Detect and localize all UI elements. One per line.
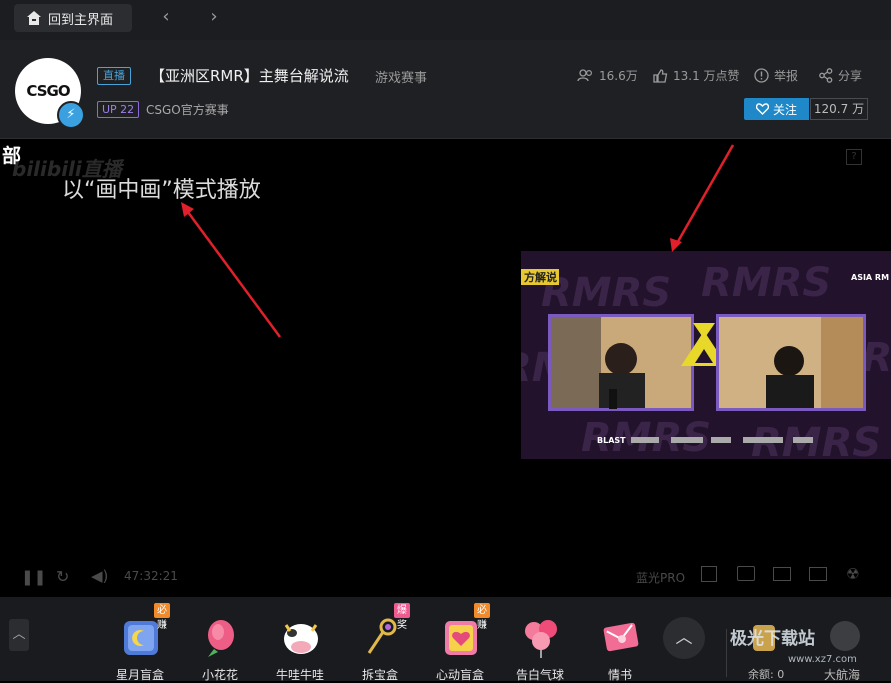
chevron-right-icon[interactable]: › xyxy=(204,7,224,27)
like-count-text: 13.1 万点赞 xyxy=(673,69,740,83)
captain-label[interactable]: 大航海 xyxy=(824,666,860,683)
gift-name: 拆宝盒 xyxy=(361,668,398,682)
gift-bar: ︿ 必赚 星月盲盒 小花花 牛哇牛哇 爆奖 拆宝盒 必赚 心动盲盒 告白气球 情… xyxy=(0,597,891,683)
annotation-arrows xyxy=(181,144,735,338)
refresh-icon[interactable]: ↻ xyxy=(56,567,69,586)
gift-name: 心动盲盒 xyxy=(435,668,484,682)
gift-name: 星月盲盒 xyxy=(115,668,164,682)
gift-item[interactable]: 情书 xyxy=(590,615,650,682)
site-logo: 极光下载站 xyxy=(730,629,815,649)
gift-badge: 必赚 xyxy=(474,603,490,631)
gift-name: 小花花 xyxy=(201,668,238,682)
video-player[interactable]: bilibili直播 部 ? 以“画中画”模式播放 RMRSRMRS RMRSR… xyxy=(0,139,891,597)
volume-icon[interactable]: ◀) xyxy=(91,567,108,585)
gift-item[interactable]: 牛哇牛哇 xyxy=(270,615,330,682)
share-label: 分享 xyxy=(838,69,863,83)
follow-label: 关注 xyxy=(772,102,797,117)
more-gifts-button[interactable]: ︿ xyxy=(663,617,705,659)
thumbs-up-icon xyxy=(653,68,668,83)
balloon-icon xyxy=(525,620,557,658)
gift-item[interactable]: 告白气球 xyxy=(510,615,570,682)
report-label: 举报 xyxy=(774,69,799,83)
love-letter-icon xyxy=(603,622,639,652)
danmaku-icon[interactable] xyxy=(773,567,791,581)
captain-icon[interactable] xyxy=(830,621,860,651)
viewers-icon xyxy=(577,69,593,82)
home-icon xyxy=(27,11,41,25)
live-tag: 直播 xyxy=(97,67,131,85)
star-moon-box-icon xyxy=(124,621,158,655)
gift-item[interactable]: 小花花 xyxy=(190,615,250,682)
flower-icon xyxy=(208,620,234,657)
gift-item[interactable]: 必赚 心动盲盒 xyxy=(430,603,490,682)
balance-text: 余额: 0 xyxy=(748,668,785,681)
gift-item[interactable]: 爆奖 拆宝盒 xyxy=(350,603,410,682)
tv-icon[interactable] xyxy=(737,566,755,581)
gift-item[interactable]: 必赚 星月盲盒 xyxy=(110,603,170,682)
follower-count: 120.7 万 xyxy=(810,98,868,120)
verified-lightning-icon: ⚡ xyxy=(57,101,85,129)
gift-name: 告白气球 xyxy=(515,668,564,682)
chevron-left-icon[interactable]: ‹ xyxy=(156,7,176,27)
stream-time: 47:32:21 xyxy=(124,569,178,583)
heart-icon xyxy=(755,103,769,115)
share-button[interactable]: 分享 xyxy=(819,67,862,84)
avatar-text: CSGO xyxy=(26,82,70,100)
player-controls: ❚❚ ↻ ◀) 47:32:21 蓝光PRO ☢ xyxy=(0,559,891,595)
viewer-count: 16.6万 xyxy=(577,67,638,84)
share-icon xyxy=(819,68,833,83)
stream-category[interactable]: 游戏赛事 xyxy=(375,67,427,86)
heart-box-icon xyxy=(445,621,477,655)
follow-button[interactable]: 关注 xyxy=(744,98,809,120)
gift-name: 情书 xyxy=(607,668,632,682)
key-wand-icon xyxy=(367,618,397,654)
uploader-name[interactable]: CSGO官方赛事 xyxy=(146,101,229,118)
gift-badge: 必赚 xyxy=(154,603,170,631)
pip-toggle-icon[interactable] xyxy=(701,566,717,582)
top-bar: 回到主界面 ‹ › xyxy=(0,0,891,40)
cow-icon xyxy=(284,624,318,654)
fullscreen-icon[interactable] xyxy=(809,567,827,581)
expand-up-button[interactable]: ︿ xyxy=(9,619,29,651)
gift-name: 牛哇牛哇 xyxy=(275,668,324,682)
quality-button[interactable]: 蓝光PRO xyxy=(636,569,685,586)
gift-badge: 爆奖 xyxy=(394,603,410,631)
stream-title: 【亚洲区RMR】主舞台解说流 xyxy=(150,67,349,85)
home-button[interactable]: 回到主界面 xyxy=(14,4,132,32)
report-button[interactable]: 举报 xyxy=(754,67,798,84)
home-button-label: 回到主界面 xyxy=(48,12,114,28)
pause-icon[interactable]: ❚❚ xyxy=(21,568,46,586)
up-level-tag: UP 22 xyxy=(97,101,140,118)
viewer-count-text: 16.6万 xyxy=(599,69,638,83)
warning-icon xyxy=(754,68,769,83)
divider xyxy=(726,629,727,677)
like-count[interactable]: 13.1 万点赞 xyxy=(653,67,740,84)
stream-header: CSGO ⚡ 直播 【亚洲区RMR】主舞台解说流 游戏赛事 UP 22 CSGO… xyxy=(0,40,891,139)
site-url: www.xz7.com xyxy=(788,654,857,665)
settings-icon[interactable]: ☢ xyxy=(846,565,859,583)
